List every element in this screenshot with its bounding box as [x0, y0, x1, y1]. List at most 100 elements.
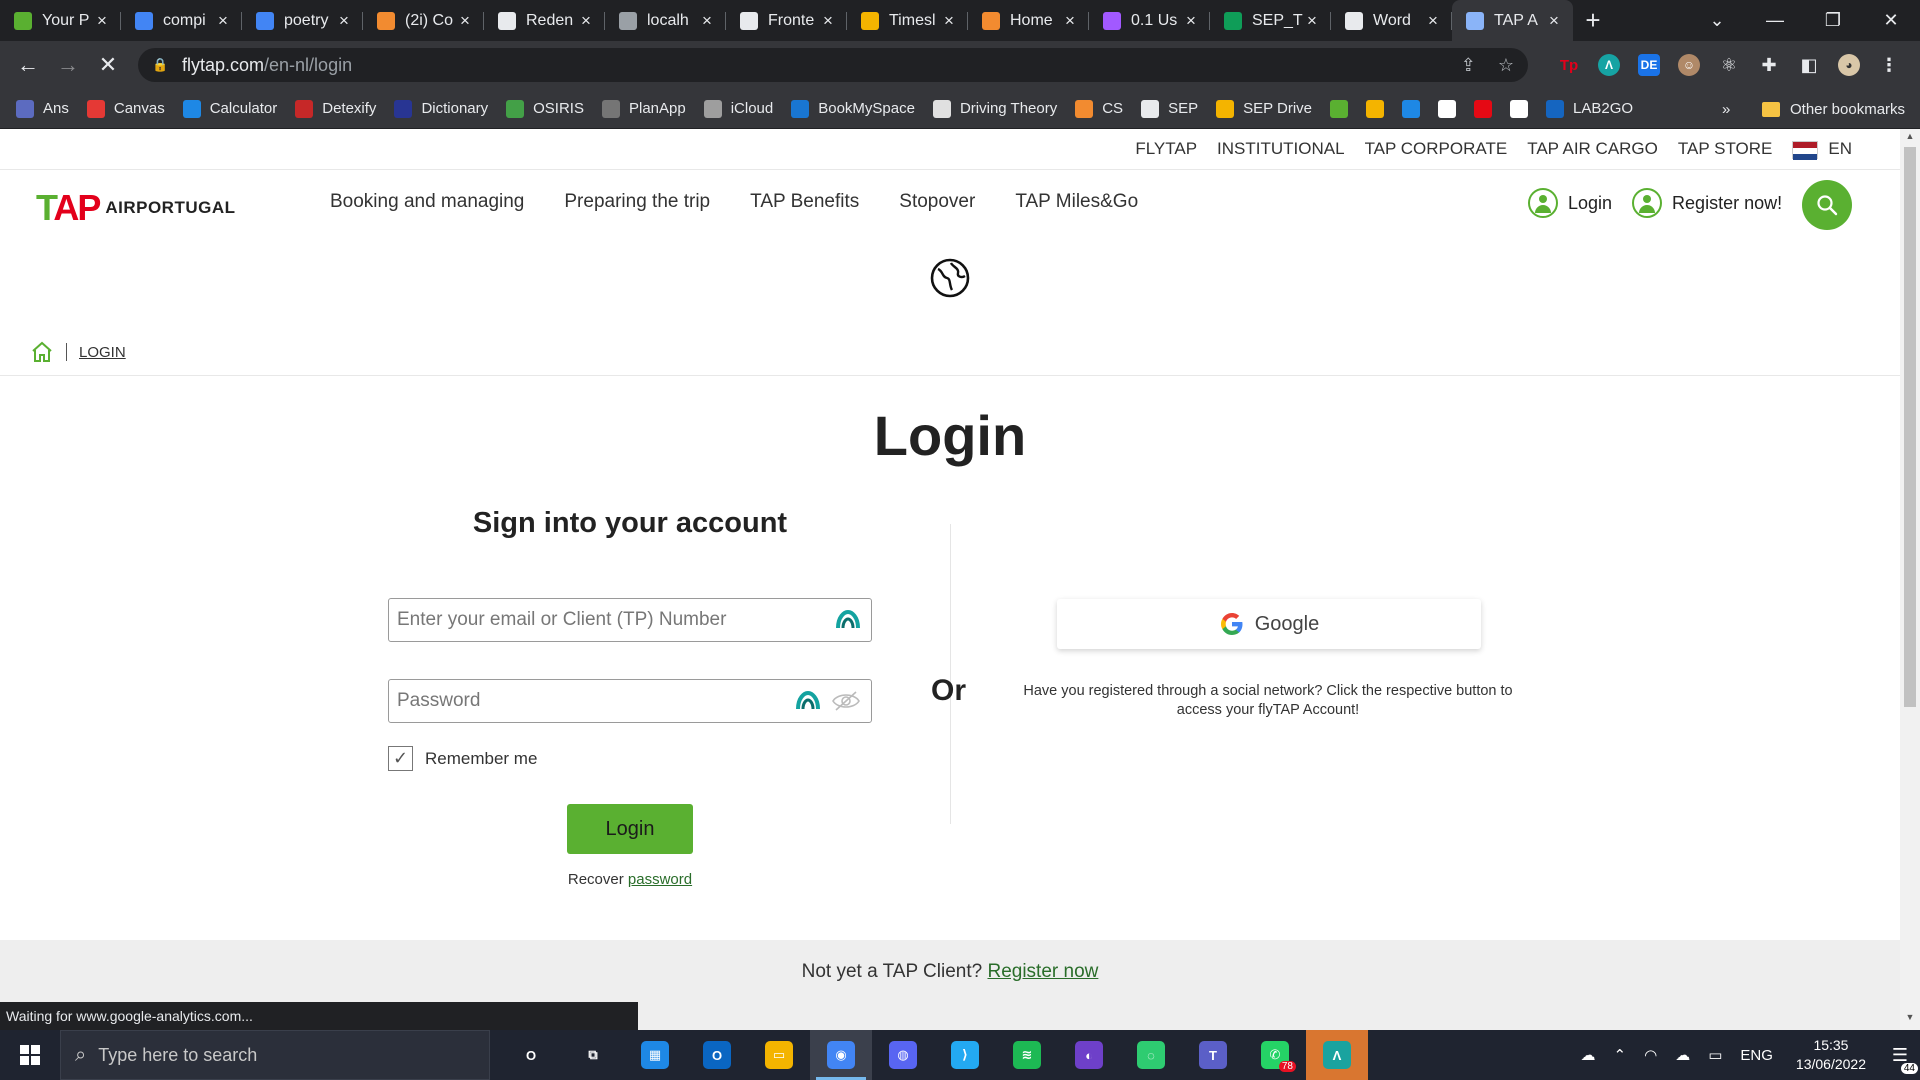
bookmark-item[interactable]: PlanApp [601, 99, 686, 118]
google-login-button[interactable]: Google [1057, 599, 1481, 649]
bookmark-item[interactable]: LAB2GO [1546, 99, 1633, 118]
browser-tab[interactable]: localh × [605, 0, 726, 41]
deepl-extension-icon[interactable]: DE [1638, 54, 1660, 76]
close-tab-icon[interactable]: × [1182, 11, 1200, 31]
taskbar-app[interactable]: O [500, 1030, 562, 1080]
tap-logo[interactable]: TAP AIRPORTUGAL [36, 187, 236, 229]
close-tab-icon[interactable]: × [1303, 11, 1321, 31]
close-tab-icon[interactable]: × [819, 11, 837, 31]
cloud-icon[interactable]: ☁ [1675, 1046, 1690, 1064]
taskbar-app[interactable]: ✆ 78 [1244, 1030, 1306, 1080]
notification-center-button[interactable]: ☰ 44 [1880, 1045, 1920, 1074]
bookmarks-overflow-button[interactable]: » [1722, 89, 1730, 129]
top-link-tap-air-cargo[interactable]: TAP AIR CARGO [1527, 139, 1658, 159]
login-button[interactable]: Login [567, 804, 693, 854]
close-tab-icon[interactable]: × [93, 11, 111, 31]
taskbar-search[interactable]: ⌕ Type here to search [60, 1030, 490, 1080]
close-tab-icon[interactable]: × [1061, 11, 1079, 31]
bookmark-item[interactable] [1438, 99, 1456, 118]
side-panel-icon[interactable]: ◧ [1798, 54, 1820, 76]
taskbar-app[interactable]: ▦ [624, 1030, 686, 1080]
browser-tab[interactable]: 0.1 Us × [1089, 0, 1210, 41]
taskbar-app[interactable]: ⧉ [562, 1030, 624, 1080]
nav-preparing-the-trip[interactable]: Preparing the trip [564, 191, 710, 213]
minimize-button[interactable]: — [1746, 10, 1804, 31]
taskbar-app[interactable]: T [1182, 1030, 1244, 1080]
forward-button[interactable]: → [48, 52, 88, 78]
bookmark-item[interactable]: Ans [16, 99, 69, 118]
bookmark-item[interactable]: iCloud [703, 99, 773, 118]
lock-icon[interactable]: 🔒 [152, 57, 168, 73]
nav-tap-miles-and-go[interactable]: TAP Miles&Go [1015, 191, 1138, 213]
browser-tab[interactable]: TAP A × [1452, 0, 1573, 41]
nav-tap-benefits[interactable]: TAP Benefits [750, 191, 859, 213]
remember-me-checkbox[interactable]: ✓ [388, 746, 413, 771]
network-icon[interactable]: ◠ [1644, 1046, 1657, 1064]
close-tab-icon[interactable]: × [577, 11, 595, 31]
browser-tab[interactable]: Fronte × [726, 0, 847, 41]
avatar-extension-icon[interactable]: ☺ [1678, 54, 1700, 76]
nav-booking-and-managing[interactable]: Booking and managing [330, 191, 524, 213]
input-language[interactable]: ENG [1740, 1047, 1773, 1064]
bookmark-item[interactable] [1330, 99, 1348, 118]
password-field[interactable]: Password [388, 679, 872, 723]
taskbar-app[interactable]: ▭ [748, 1030, 810, 1080]
tp-extension-icon[interactable]: Tp [1558, 54, 1580, 76]
lastpass-arc-icon[interactable] [835, 610, 861, 630]
browser-tab[interactable]: SEP_T × [1210, 0, 1331, 41]
close-tab-icon[interactable]: × [214, 11, 232, 31]
bookmark-star-icon[interactable]: ☆ [1498, 55, 1514, 76]
page-scrollbar[interactable]: ▲ ▼ [1900, 129, 1920, 1030]
bookmark-item[interactable]: CS [1075, 99, 1123, 118]
top-link-tap-store[interactable]: TAP STORE [1678, 139, 1772, 159]
bookmark-item[interactable]: Canvas [86, 99, 165, 118]
close-tab-icon[interactable]: × [940, 11, 958, 31]
profile-avatar[interactable]: ◕ [1838, 54, 1860, 76]
other-bookmarks-folder[interactable]: Other bookmarks [1762, 89, 1905, 129]
browser-tab[interactable]: Word × [1331, 0, 1452, 41]
clock[interactable]: 15:35 13/06/2022 [1796, 1036, 1866, 1074]
start-button[interactable] [0, 1030, 60, 1080]
close-tab-icon[interactable]: × [456, 11, 474, 31]
browser-tab[interactable]: Your P × [0, 0, 121, 41]
taskbar-app[interactable]: ◍ [872, 1030, 934, 1080]
taskbar-app[interactable]: ◌ [1120, 1030, 1182, 1080]
register-now-link[interactable]: Register now [987, 961, 1098, 982]
bookmark-item[interactable]: Driving Theory [932, 99, 1057, 118]
bookmark-item[interactable]: SEP [1141, 99, 1198, 118]
language-selector[interactable]: EN [1792, 139, 1852, 160]
back-button[interactable]: ← [8, 52, 48, 78]
browser-tab[interactable]: Timesl × [847, 0, 968, 41]
recover-password-link[interactable]: password [628, 871, 692, 888]
react-extension-icon[interactable]: ⚛ [1718, 54, 1740, 76]
bookmark-item[interactable]: BookMySpace [791, 99, 915, 118]
scrollbar-thumb[interactable] [1904, 147, 1916, 707]
close-tab-icon[interactable]: × [1424, 11, 1442, 31]
arc-extension-icon[interactable]: Λ [1598, 54, 1620, 76]
bookmark-item[interactable]: Dictionary [394, 99, 488, 118]
top-link-institutional[interactable]: INSTITUTIONAL [1217, 139, 1345, 159]
battery-icon[interactable]: ▭ [1708, 1046, 1722, 1064]
bookmark-item[interactable]: Detexify [295, 99, 376, 118]
taskbar-app[interactable]: ◉ [810, 1030, 872, 1080]
site-search-button[interactable] [1802, 180, 1852, 230]
bookmark-item[interactable]: OSIRIS [506, 99, 584, 118]
taskbar-app[interactable]: ⟩ [934, 1030, 996, 1080]
scroll-up-arrow-icon[interactable]: ▲ [1900, 131, 1920, 147]
breadcrumb-login[interactable]: LOGIN [79, 344, 126, 361]
bookmark-item[interactable] [1366, 99, 1384, 118]
scroll-down-arrow-icon[interactable]: ▼ [1900, 1012, 1920, 1028]
address-bar[interactable]: 🔒 flytap.com/en-nl/login ⇪ ☆ [138, 48, 1528, 82]
browser-tab[interactable]: Home × [968, 0, 1089, 41]
lastpass-arc-icon[interactable] [795, 691, 821, 711]
email-field[interactable]: Enter your email or Client (TP) Number [388, 598, 872, 642]
browser-tab[interactable]: compi × [121, 0, 242, 41]
restore-button[interactable]: ❐ [1804, 10, 1862, 31]
bookmark-item[interactable] [1474, 99, 1492, 118]
bookmark-item[interactable] [1402, 99, 1420, 118]
close-tab-icon[interactable]: × [1545, 11, 1563, 31]
taskbar-app[interactable]: Λ [1306, 1030, 1368, 1080]
onedrive-icon[interactable]: ☁ [1581, 1046, 1596, 1064]
close-window-button[interactable]: ✕ [1862, 10, 1920, 31]
taskbar-app[interactable]: O [686, 1030, 748, 1080]
